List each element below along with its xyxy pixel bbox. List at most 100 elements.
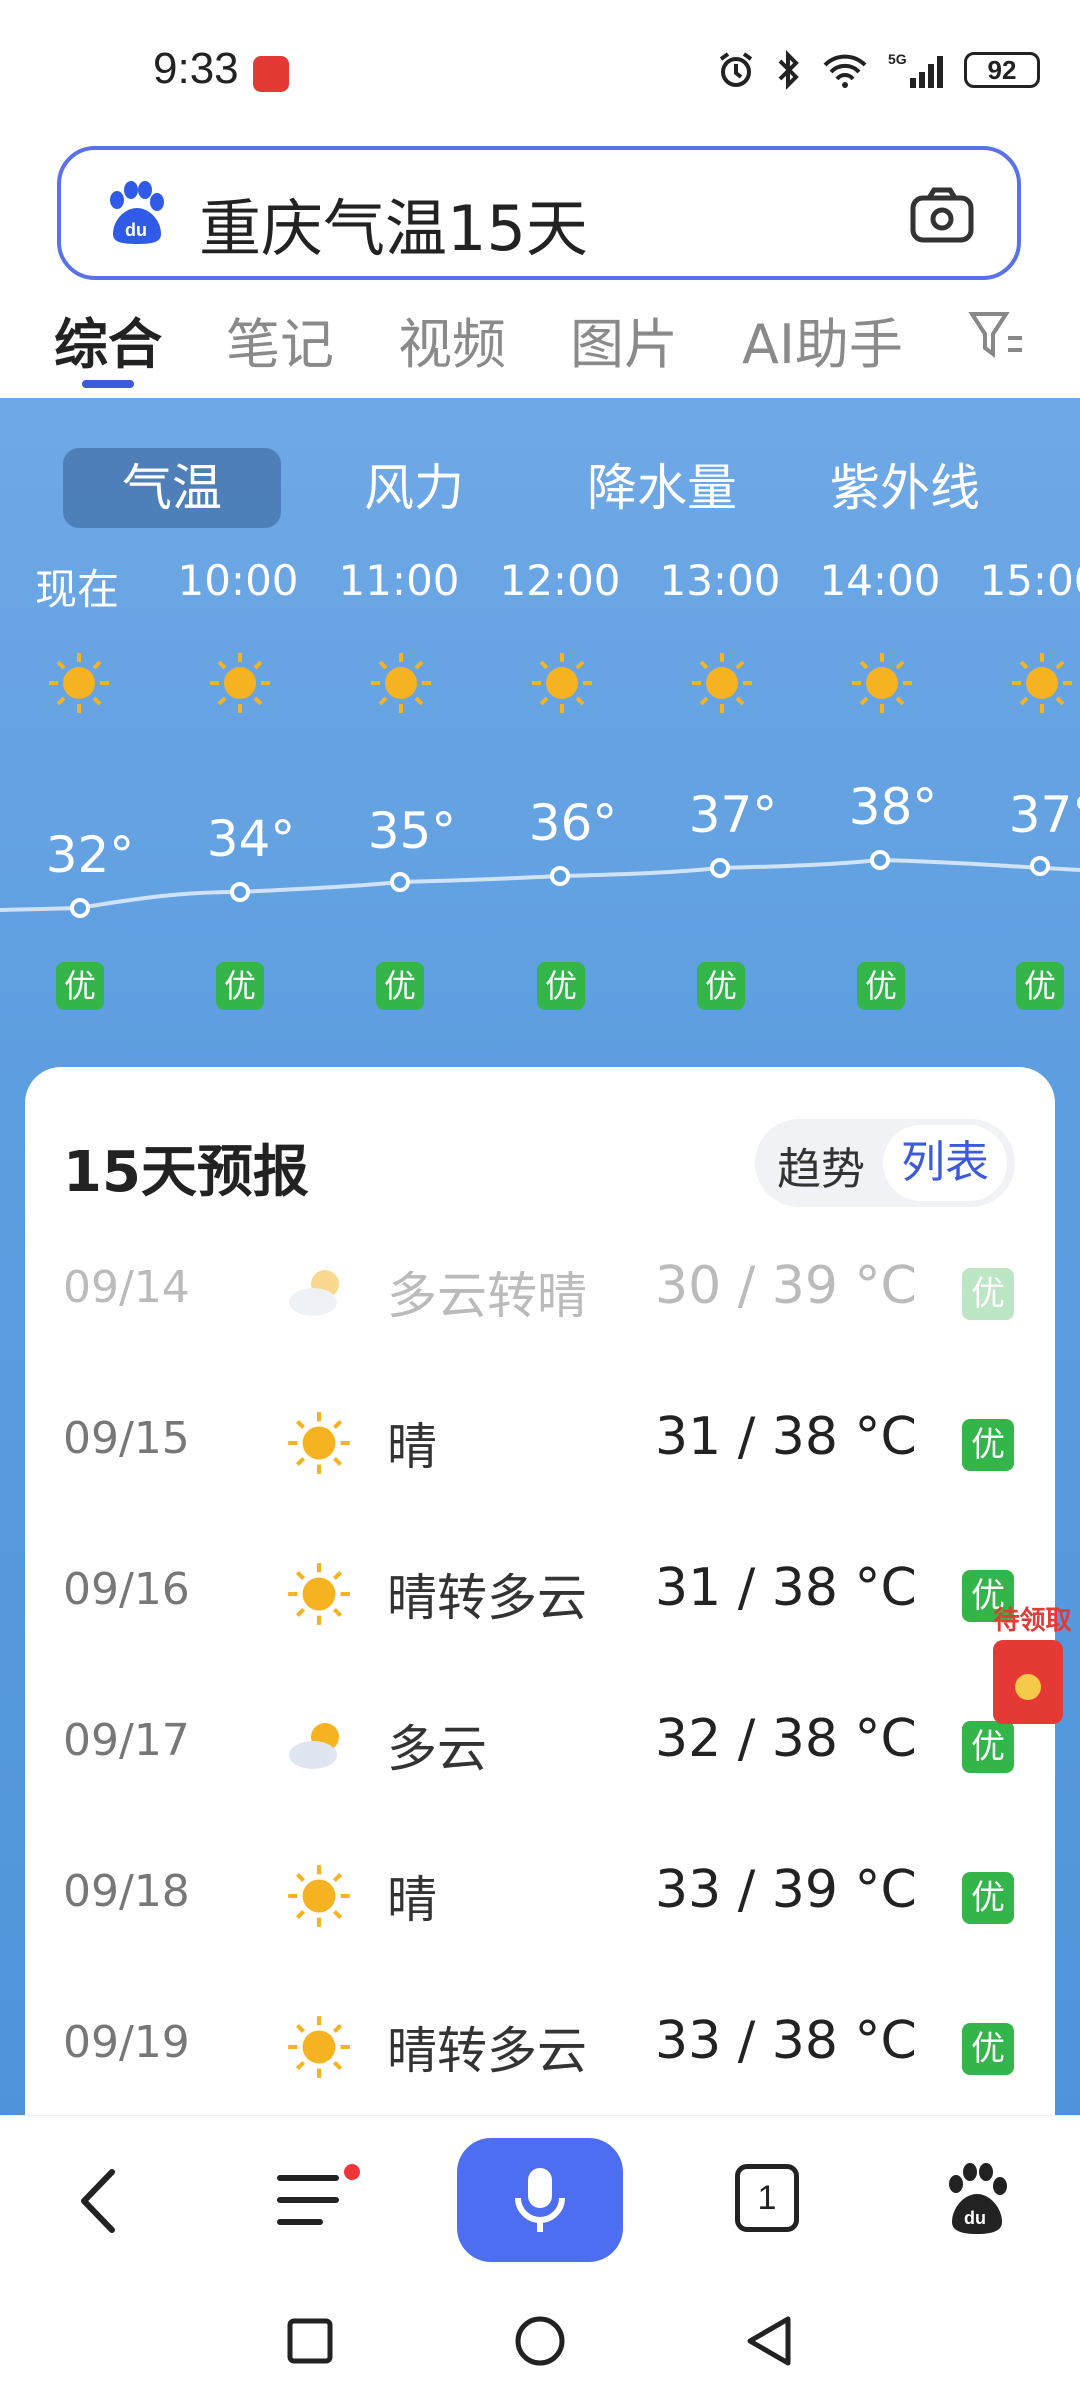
system-navigation-bar xyxy=(0,2285,1080,2400)
forecast-condition: 晴转多云 xyxy=(387,2022,587,2080)
forecast-card: 15天预报 趋势 列表 09/14 多云转晴 30 / 39 °C 优 09/1… xyxy=(25,1067,1055,2127)
forecast-range: 30 / 39 °C xyxy=(655,1256,917,1316)
aqi-badge: 优 xyxy=(216,962,264,1010)
sun-icon xyxy=(692,653,752,713)
home-icon[interactable] xyxy=(514,2315,566,2367)
partly-cloudy-icon xyxy=(289,1270,339,1316)
red-packet-widget[interactable]: 待领取 xyxy=(985,1600,1080,1730)
sun-icon xyxy=(288,1865,350,1927)
hour-label: 12:00 xyxy=(499,556,621,605)
tab-all[interactable]: 综合 xyxy=(54,300,162,379)
hour-label: 13:00 xyxy=(659,556,781,605)
svg-text:du: du xyxy=(125,220,147,240)
tab-precipitation[interactable]: 降水量 xyxy=(553,448,771,528)
forecast-condition: 晴 xyxy=(387,1871,437,1929)
recents-icon[interactable] xyxy=(286,2317,334,2365)
trend-toggle[interactable]: 趋势 xyxy=(777,1133,865,1197)
forecast-date: 09/18 xyxy=(63,1866,190,1917)
tab-uv[interactable]: 紫外线 xyxy=(796,448,1014,528)
aqi-badge: 优 xyxy=(56,962,104,1010)
sun-icon xyxy=(49,653,109,713)
aqi-badge: 优 xyxy=(376,962,424,1010)
hour-label: 11:00 xyxy=(338,556,460,605)
view-toggle: 趋势 列表 xyxy=(755,1119,1015,1207)
forecast-row[interactable]: 09/18 晴 33 / 39 °C 优 xyxy=(25,1826,1055,1976)
forecast-row[interactable]: 09/15 晴 31 / 38 °C 优 xyxy=(25,1373,1055,1523)
hour-temp: 38° xyxy=(848,778,938,836)
svg-text:du: du xyxy=(964,2208,986,2228)
battery-indicator: 92 xyxy=(964,52,1040,88)
red-packet-label: 待领取 xyxy=(993,1606,1072,1636)
hour-label: 10:00 xyxy=(177,556,299,605)
status-time: 9:33 xyxy=(153,44,239,93)
system-back-icon[interactable] xyxy=(744,2315,794,2367)
hour-label: 现在 xyxy=(34,565,119,614)
hour-label: 15:00 xyxy=(979,556,1080,605)
menu-icon[interactable] xyxy=(272,2164,362,2234)
back-icon[interactable] xyxy=(70,2166,130,2236)
forecast-condition: 多云转晴 xyxy=(387,1267,587,1325)
status-bar: 9:33 5G 92 xyxy=(0,0,1080,140)
tab-wind[interactable]: 风力 xyxy=(305,448,523,528)
sun-icon xyxy=(852,653,912,713)
aqi-badge: 优 xyxy=(962,2023,1014,2075)
forecast-condition: 晴转多云 xyxy=(387,1569,587,1627)
forecast-date: 09/14 xyxy=(63,1262,190,1313)
forecast-row[interactable]: 09/14 多云转晴 30 / 39 °C 优 xyxy=(25,1222,1055,1372)
forecast-date: 09/19 xyxy=(63,2017,190,2068)
aqi-badge: 优 xyxy=(962,1872,1014,1924)
search-bar[interactable]: du 重庆气温15天 xyxy=(57,146,1021,280)
forecast-range: 33 / 39 °C xyxy=(655,1860,917,1920)
aqi-badge: 优 xyxy=(697,962,745,1010)
aqi-badge: 优 xyxy=(962,1268,1014,1320)
active-tab-indicator xyxy=(82,380,134,388)
tab-temperature[interactable]: 气温 xyxy=(63,448,281,528)
sun-icon xyxy=(210,653,270,713)
bluetooth-icon xyxy=(778,50,799,90)
sun-icon xyxy=(371,653,431,713)
signal-icon: 5G xyxy=(888,51,943,88)
forecast-row[interactable]: 09/16 晴转多云 31 / 38 °C 优 xyxy=(25,1524,1055,1674)
forecast-condition: 晴 xyxy=(387,1418,437,1476)
hour-label: 14:00 xyxy=(819,556,941,605)
list-toggle[interactable]: 列表 xyxy=(883,1125,1007,1201)
sun-icon xyxy=(288,2016,350,2078)
aqi-badge: 优 xyxy=(1016,962,1064,1010)
weather-metric-tabs: 气温 风力 降水量 紫外线 xyxy=(0,448,1080,528)
forecast-row[interactable]: 09/19 晴转多云 33 / 38 °C 优 xyxy=(25,1977,1055,2127)
sun-icon xyxy=(532,653,592,713)
aqi-badge: 优 xyxy=(537,962,585,1010)
tab-notes[interactable]: 笔记 xyxy=(226,300,334,379)
aqi-badge: 优 xyxy=(962,1419,1014,1471)
forecast-range: 31 / 38 °C xyxy=(655,1407,917,1467)
tabs-count-button[interactable]: 1 xyxy=(735,2164,799,2232)
alarm-icon xyxy=(719,52,753,87)
hour-temp: 37° xyxy=(688,786,778,844)
aqi-badge: 优 xyxy=(857,962,905,1010)
forecast-date: 09/16 xyxy=(63,1564,190,1615)
hour-temp: 37° xyxy=(1008,786,1080,844)
status-icons: 5G 92 xyxy=(716,50,1040,90)
microphone-icon xyxy=(515,2168,565,2232)
sun-icon xyxy=(288,1412,350,1474)
forecast-range: 31 / 38 °C xyxy=(655,1558,917,1618)
sun-icon xyxy=(1012,653,1072,713)
baidu-home-icon[interactable]: du xyxy=(942,2160,1012,2236)
tab-videos[interactable]: 视频 xyxy=(398,300,506,379)
sun-icon xyxy=(288,1563,350,1625)
forecast-date: 09/17 xyxy=(63,1715,190,1766)
forecast-title: 15天预报 xyxy=(63,1140,309,1205)
tab-ai-assistant[interactable]: AI助手 xyxy=(742,300,903,379)
forecast-row[interactable]: 09/17 多云 32 / 38 °C 优 xyxy=(25,1675,1055,1825)
tab-images[interactable]: 图片 xyxy=(570,300,678,379)
forecast-date: 09/15 xyxy=(63,1413,190,1464)
baidu-paw-icon: du xyxy=(110,181,164,244)
search-input[interactable]: 重庆气温15天 xyxy=(199,178,588,268)
camera-icon[interactable] xyxy=(907,180,977,250)
app-notification-icon xyxy=(253,56,289,92)
bottom-toolbar: 1 du xyxy=(0,2115,1080,2286)
svg-text:5G: 5G xyxy=(888,51,907,67)
filter-icon[interactable] xyxy=(968,306,1026,364)
forecast-range: 33 / 38 °C xyxy=(655,2011,917,2071)
voice-search-button[interactable] xyxy=(457,2138,623,2262)
